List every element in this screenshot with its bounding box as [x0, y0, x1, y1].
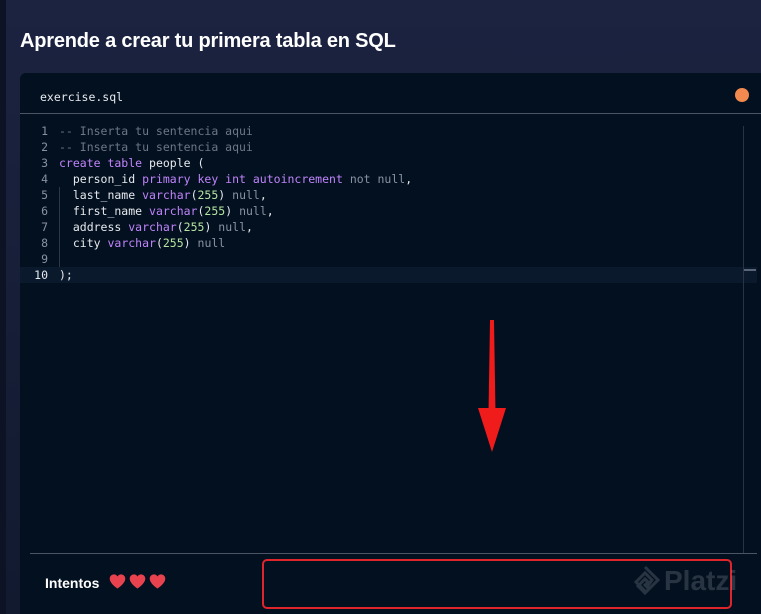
- footer-divider: [30, 553, 757, 554]
- code-line[interactable]: 8 city varchar(255) null: [20, 235, 757, 251]
- code-token: primary key int autoincrement: [142, 172, 343, 186]
- attempts-label: Intentos: [45, 575, 100, 591]
- code-token: 255: [162, 236, 184, 250]
- code-line[interactable]: 1 -- Inserta tu sentencia aqui: [20, 123, 757, 139]
- code-token: ): [218, 188, 233, 202]
- code-token: city: [59, 236, 108, 250]
- line-number: 10: [34, 268, 48, 282]
- code-token: ): [225, 204, 240, 218]
- code-token: last_name: [59, 188, 143, 202]
- editor-panel: exercise.sql 1 -- Inserta tu sentencia aq…: [20, 73, 761, 614]
- code-token: varchar: [142, 188, 191, 202]
- code-token: null: [218, 220, 246, 234]
- line-number: 2: [41, 140, 48, 154]
- line-number: 3: [41, 156, 48, 170]
- code-text: last_name varchar(255) null,: [59, 187, 267, 203]
- code-text: address varchar(255) null,: [59, 219, 253, 235]
- code-token: address: [59, 220, 129, 234]
- highlighted-result-area: [262, 559, 732, 609]
- editor-tab-bar: exercise.sql: [20, 73, 761, 114]
- code-line[interactable]: 3 create table people (: [20, 155, 757, 171]
- code-token: (: [190, 188, 198, 202]
- line-number: 7: [41, 220, 48, 234]
- code-token: not null: [342, 172, 406, 186]
- code-token: varchar: [128, 220, 177, 234]
- page-title: Aprende a crear tu primera tabla en SQL: [20, 30, 396, 52]
- line-number: 1: [41, 124, 48, 138]
- code-line[interactable]: 4 person_id primary key int autoincremen…: [20, 171, 757, 187]
- code-line[interactable]: 2 -- Inserta tu sentencia aqui: [20, 139, 757, 155]
- code-token: (: [155, 236, 163, 250]
- code-token: ,: [405, 172, 413, 186]
- code-text: -- Inserta tu sentencia aqui: [59, 123, 253, 139]
- heart-icon: [129, 573, 146, 590]
- code-text: -- Inserta tu sentencia aqui: [59, 139, 253, 155]
- code-line[interactable]: 6 first_name varchar(255) null,: [20, 203, 757, 219]
- code-token: null: [197, 236, 226, 250]
- code-token: null: [239, 204, 267, 218]
- code-token: 255: [183, 220, 205, 234]
- code-line[interactable]: 5 last_name varchar(255) null,: [20, 187, 757, 203]
- platzi-logo-icon: [633, 565, 660, 596]
- code-editor[interactable]: 1 -- Inserta tu sentencia aqui 2 -- Inserta…: [20, 123, 761, 553]
- scrollbar-cursor-marker: [744, 269, 756, 271]
- code-token: varchar: [149, 204, 198, 218]
- code-token: 255: [204, 204, 226, 218]
- code-token: 255: [197, 188, 219, 202]
- status-dot-icon: [735, 88, 749, 102]
- line-number: 8: [41, 236, 48, 250]
- code-line[interactable]: 7 address varchar(255) null,: [20, 219, 757, 235]
- code-token: ): [183, 236, 198, 250]
- red-arrow-annotation: [478, 320, 506, 452]
- code-token: first_name: [59, 204, 150, 218]
- code-token: (: [176, 220, 184, 234]
- code-token: -- Inserta tu sentencia aqui: [59, 140, 253, 154]
- heart-icon: [149, 573, 166, 590]
- code-token: ): [204, 220, 219, 234]
- code-token: null: [232, 188, 260, 202]
- code-token: ,: [246, 220, 253, 234]
- editor-scrollbar[interactable]: [743, 126, 744, 553]
- line-number: 6: [41, 204, 48, 218]
- code-text: first_name varchar(255) null,: [59, 203, 274, 219]
- code-token: );: [59, 268, 73, 282]
- code-token: ,: [266, 204, 274, 218]
- code-token: create table: [59, 156, 143, 170]
- code-token: varchar: [107, 236, 156, 250]
- code-text: );: [59, 267, 73, 283]
- code-token: person_id: [59, 172, 143, 186]
- code-token: people (: [142, 156, 205, 170]
- left-edge-strip: [0, 0, 6, 614]
- line-number: 9: [41, 252, 48, 266]
- code-line[interactable]: 9: [20, 251, 757, 267]
- tab-exercise-sql[interactable]: exercise.sql: [40, 90, 123, 104]
- code-text: create table people (: [59, 155, 204, 171]
- code-token: ,: [259, 188, 267, 202]
- heart-icon: [109, 573, 126, 590]
- code-text: city varchar(255) null: [59, 235, 225, 251]
- platzi-watermark-text: Platzi: [664, 565, 738, 596]
- line-number: 4: [41, 172, 48, 186]
- line-number: 5: [41, 188, 48, 202]
- code-text: person_id primary key int autoincrement …: [59, 171, 412, 187]
- code-token: -- Inserta tu sentencia aqui: [59, 124, 253, 138]
- code-line[interactable]: 10);: [20, 267, 757, 283]
